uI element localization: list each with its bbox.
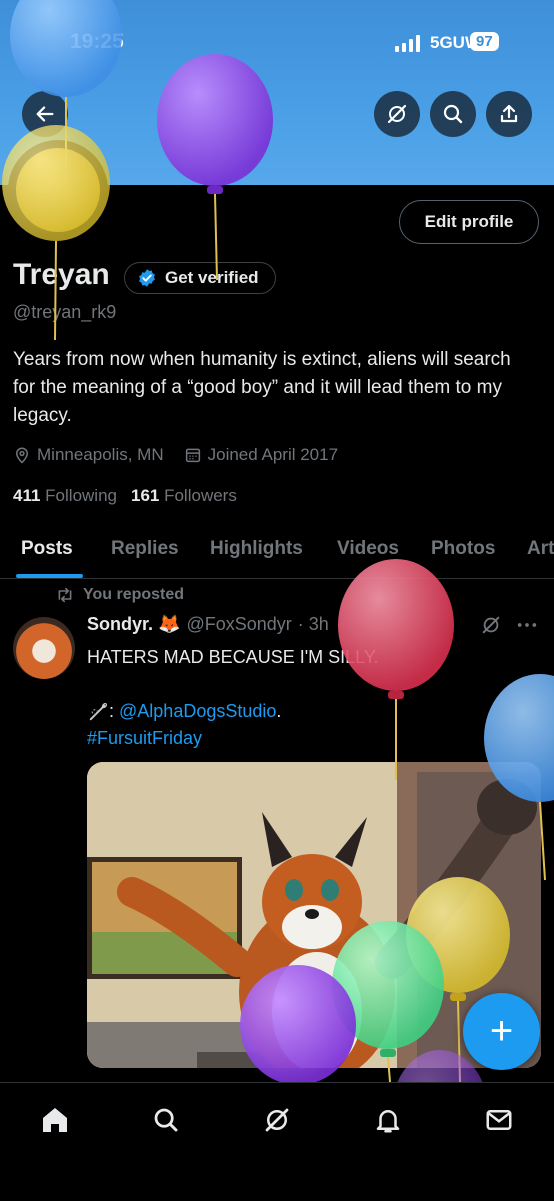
nav-grok[interactable] bbox=[260, 1103, 294, 1137]
followers-count: 161 bbox=[130, 486, 160, 505]
tab-videos[interactable]: Videos bbox=[337, 538, 399, 560]
follow-stats: 411 Following 161 Followers bbox=[13, 486, 237, 506]
post-text: HATERS MAD BECAUSE I'M SILLY. : @AlphaDo… bbox=[87, 644, 527, 752]
battery-level: 97 bbox=[470, 32, 499, 51]
following-label: Following bbox=[45, 486, 117, 505]
nav-notifications[interactable] bbox=[371, 1103, 405, 1137]
profile-meta: Minneapolis, MN Joined April 2017 bbox=[13, 445, 358, 465]
tab-replies[interactable]: Replies bbox=[111, 538, 179, 560]
following-link[interactable]: 411 Following bbox=[13, 486, 117, 506]
tab-posts[interactable]: Posts bbox=[21, 538, 73, 560]
tab-photos[interactable]: Photos bbox=[431, 538, 495, 560]
grok-icon bbox=[387, 104, 407, 124]
credit-link[interactable]: @AlphaDogsStudio bbox=[119, 698, 276, 725]
profile-location: Minneapolis, MN bbox=[37, 445, 164, 464]
location-pin-icon bbox=[15, 447, 29, 464]
back-arrow-icon bbox=[36, 106, 54, 122]
status-time: 19:25 bbox=[70, 30, 124, 53]
tab-art[interactable]: Art bbox=[527, 538, 554, 560]
profile-bio: Years from now when humanity is extinct,… bbox=[13, 349, 511, 426]
nav-messages[interactable] bbox=[482, 1103, 516, 1137]
signal-icon bbox=[395, 34, 420, 52]
profile-joined: Joined April 2017 bbox=[207, 445, 339, 464]
following-count: 411 bbox=[13, 486, 41, 505]
repost-icon bbox=[58, 587, 72, 603]
post-author-avatar[interactable] bbox=[13, 617, 75, 679]
search-icon bbox=[443, 104, 463, 124]
nav-search[interactable] bbox=[149, 1103, 183, 1137]
edit-profile-button[interactable]: Edit profile bbox=[399, 200, 539, 244]
followers-label: Followers bbox=[164, 486, 237, 505]
verified-badge-icon bbox=[139, 269, 155, 287]
calendar-icon bbox=[185, 448, 200, 463]
post-time: · 3h bbox=[297, 614, 329, 634]
post-hashtag[interactable]: #FursuitFriday bbox=[87, 725, 527, 752]
needle-icon bbox=[89, 702, 108, 720]
share-button[interactable] bbox=[486, 91, 532, 137]
followers-link[interactable]: 161 Followers bbox=[131, 486, 237, 506]
notifications-icon bbox=[376, 1110, 400, 1133]
profile-tabs: Posts Replies Highlights Videos Photos A… bbox=[0, 520, 554, 579]
profile-avatar[interactable] bbox=[8, 140, 108, 240]
get-verified-button[interactable]: Get verified bbox=[124, 262, 276, 294]
grok-icon[interactable] bbox=[480, 614, 502, 636]
credit-prefix: : bbox=[109, 701, 120, 721]
search-icon bbox=[154, 1108, 178, 1132]
compose-button[interactable]: + bbox=[463, 993, 540, 1070]
credit-suffix: . bbox=[276, 701, 282, 721]
more-icon[interactable] bbox=[516, 617, 538, 633]
tab-highlights[interactable]: Highlights bbox=[210, 538, 303, 560]
messages-icon bbox=[486, 1110, 512, 1130]
grok-button[interactable] bbox=[374, 91, 420, 137]
repost-label: You reposted bbox=[83, 586, 185, 603]
share-icon bbox=[500, 104, 518, 123]
get-verified-label: Get verified bbox=[165, 268, 259, 287]
nav-home[interactable] bbox=[38, 1103, 72, 1137]
post-text-line: HATERS MAD BECAUSE I'M SILLY. bbox=[87, 647, 379, 667]
grok-icon bbox=[265, 1108, 289, 1132]
back-button[interactable] bbox=[22, 91, 68, 137]
post-author-name[interactable]: Sondyr. 🦊 bbox=[87, 614, 180, 635]
search-button[interactable] bbox=[430, 91, 476, 137]
post-header: Sondyr. 🦊 @FoxSondyr · 3h bbox=[87, 614, 329, 635]
post-author-handle[interactable]: @FoxSondyr bbox=[186, 614, 291, 635]
home-icon bbox=[43, 1108, 67, 1132]
status-bar: 19:25 5GUW 97 bbox=[0, 28, 554, 60]
profile-handle: @treyan_rk9 bbox=[13, 302, 117, 322]
active-tab-indicator bbox=[16, 574, 83, 578]
repost-indicator: You reposted bbox=[55, 586, 184, 604]
profile-name: Treyan bbox=[13, 258, 110, 291]
bottom-nav bbox=[0, 1082, 554, 1201]
